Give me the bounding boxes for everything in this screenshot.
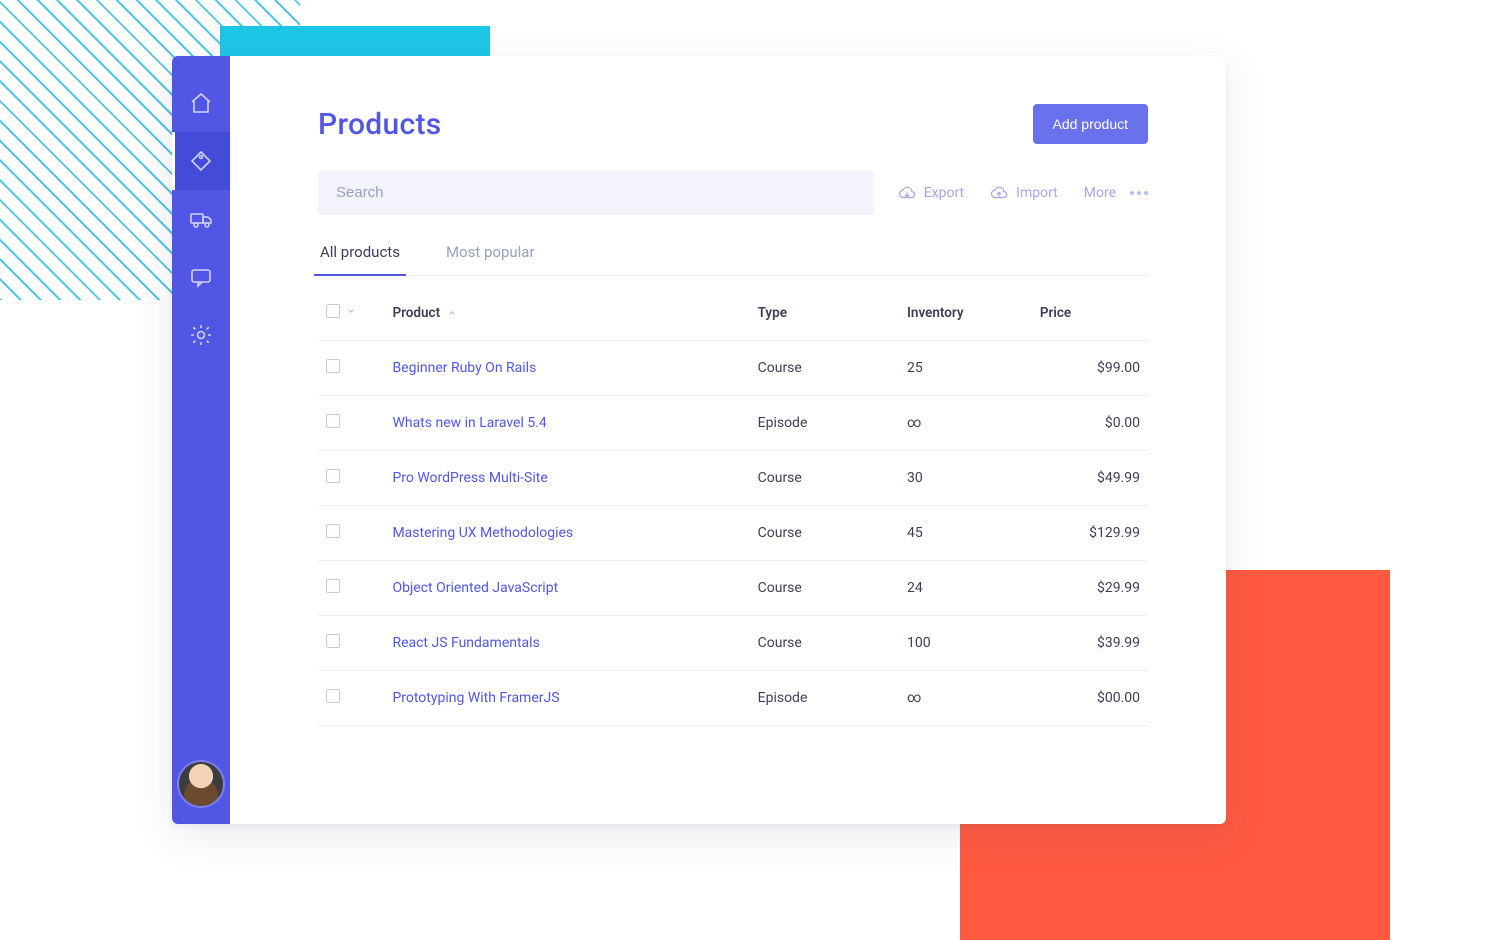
col-header-type[interactable]: Type bbox=[750, 286, 899, 341]
content: Products Add product Export Import bbox=[230, 56, 1226, 824]
add-product-button[interactable]: Add product bbox=[1033, 104, 1149, 144]
row-checkbox[interactable] bbox=[326, 689, 340, 703]
sort-asc-icon bbox=[447, 308, 457, 318]
home-icon bbox=[189, 91, 213, 115]
toolbar-actions: Export Import More bbox=[898, 184, 1148, 202]
col-header-product[interactable]: Product bbox=[384, 286, 749, 341]
row-checkbox[interactable] bbox=[326, 414, 340, 428]
table-row: Whats new in Laravel 5.4 Episode∞$0.00 bbox=[318, 396, 1148, 451]
sidebar-item-home[interactable] bbox=[172, 74, 230, 132]
cell-type: Episode bbox=[750, 671, 899, 726]
col-header-price[interactable]: Price bbox=[1032, 286, 1148, 341]
table-row: React JS Fundamentals Course100$39.99 bbox=[318, 616, 1148, 671]
product-link[interactable]: Prototyping With FramerJS bbox=[392, 690, 559, 706]
cell-price: $99.00 bbox=[1032, 341, 1148, 396]
tab-label: Most popular bbox=[446, 243, 535, 261]
sidebar-item-products[interactable] bbox=[172, 132, 230, 190]
cell-type: Course bbox=[750, 506, 899, 561]
cell-inventory: 24 bbox=[899, 561, 1032, 616]
table-row: Pro WordPress Multi-Site Course30$49.99 bbox=[318, 451, 1148, 506]
cloud-upload-icon bbox=[990, 184, 1008, 202]
product-link[interactable]: React JS Fundamentals bbox=[392, 635, 539, 651]
cell-price: $00.00 bbox=[1032, 671, 1148, 726]
app-window: Products Add product Export Import bbox=[172, 56, 1226, 824]
chat-icon bbox=[189, 265, 213, 289]
cell-inventory: 45 bbox=[899, 506, 1032, 561]
col-header-inventory[interactable]: Inventory bbox=[899, 286, 1032, 341]
row-checkbox[interactable] bbox=[326, 469, 340, 483]
cell-price: $49.99 bbox=[1032, 451, 1148, 506]
export-label: Export bbox=[924, 185, 964, 201]
sidebar-item-settings[interactable] bbox=[172, 306, 230, 364]
cell-type: Course bbox=[750, 341, 899, 396]
sidebar bbox=[172, 56, 230, 824]
gear-icon bbox=[189, 323, 213, 347]
tab-label: All products bbox=[320, 243, 400, 261]
cell-type: Course bbox=[750, 451, 899, 506]
product-link[interactable]: Pro WordPress Multi-Site bbox=[392, 470, 547, 486]
products-table: Product Type Inventory Price Beginner Ru… bbox=[318, 286, 1148, 726]
import-button[interactable]: Import bbox=[990, 184, 1058, 202]
import-label: Import bbox=[1016, 185, 1058, 201]
tabs: All products Most popular bbox=[318, 243, 1148, 276]
table-row: Prototyping With FramerJS Episode∞$00.00 bbox=[318, 671, 1148, 726]
table-row: Object Oriented JavaScript Course24$29.99 bbox=[318, 561, 1148, 616]
page-header: Products Add product bbox=[318, 104, 1148, 144]
product-link[interactable]: Mastering UX Methodologies bbox=[392, 525, 573, 541]
tab-all-products[interactable]: All products bbox=[318, 243, 402, 275]
cell-inventory: 30 bbox=[899, 451, 1032, 506]
cell-price: $129.99 bbox=[1032, 506, 1148, 561]
more-button[interactable]: More bbox=[1084, 185, 1148, 201]
more-label: More bbox=[1084, 185, 1116, 201]
table-header-row: Product Type Inventory Price bbox=[318, 286, 1148, 341]
select-all-checkbox[interactable] bbox=[326, 304, 340, 318]
avatar[interactable] bbox=[179, 762, 223, 806]
product-link[interactable]: Whats new in Laravel 5.4 bbox=[392, 415, 546, 431]
row-checkbox[interactable] bbox=[326, 524, 340, 538]
cell-type: Course bbox=[750, 561, 899, 616]
sidebar-item-messages[interactable] bbox=[172, 248, 230, 306]
cell-price: $29.99 bbox=[1032, 561, 1148, 616]
page-title: Products bbox=[318, 107, 441, 142]
truck-icon bbox=[189, 207, 213, 231]
cell-inventory: 25 bbox=[899, 341, 1032, 396]
cell-inventory: ∞ bbox=[899, 671, 1032, 726]
row-checkbox[interactable] bbox=[326, 359, 340, 373]
chevron-down-icon[interactable] bbox=[346, 306, 356, 316]
cloud-download-icon bbox=[898, 184, 916, 202]
row-checkbox[interactable] bbox=[326, 579, 340, 593]
cell-price: $39.99 bbox=[1032, 616, 1148, 671]
cell-inventory: 100 bbox=[899, 616, 1032, 671]
tab-most-popular[interactable]: Most popular bbox=[444, 243, 537, 275]
cell-inventory: ∞ bbox=[899, 396, 1032, 451]
export-button[interactable]: Export bbox=[898, 184, 964, 202]
cell-type: Episode bbox=[750, 396, 899, 451]
cell-price: $0.00 bbox=[1032, 396, 1148, 451]
dots-icon bbox=[1130, 191, 1148, 195]
product-link[interactable]: Object Oriented JavaScript bbox=[392, 580, 558, 596]
search-input[interactable] bbox=[318, 170, 874, 215]
toolbar: Export Import More bbox=[318, 170, 1148, 215]
tag-icon bbox=[189, 149, 213, 173]
table-row: Mastering UX Methodologies Course45$129.9… bbox=[318, 506, 1148, 561]
table-row: Beginner Ruby On Rails Course25$99.00 bbox=[318, 341, 1148, 396]
sidebar-item-orders[interactable] bbox=[172, 190, 230, 248]
row-checkbox[interactable] bbox=[326, 634, 340, 648]
cell-type: Course bbox=[750, 616, 899, 671]
product-link[interactable]: Beginner Ruby On Rails bbox=[392, 360, 536, 376]
